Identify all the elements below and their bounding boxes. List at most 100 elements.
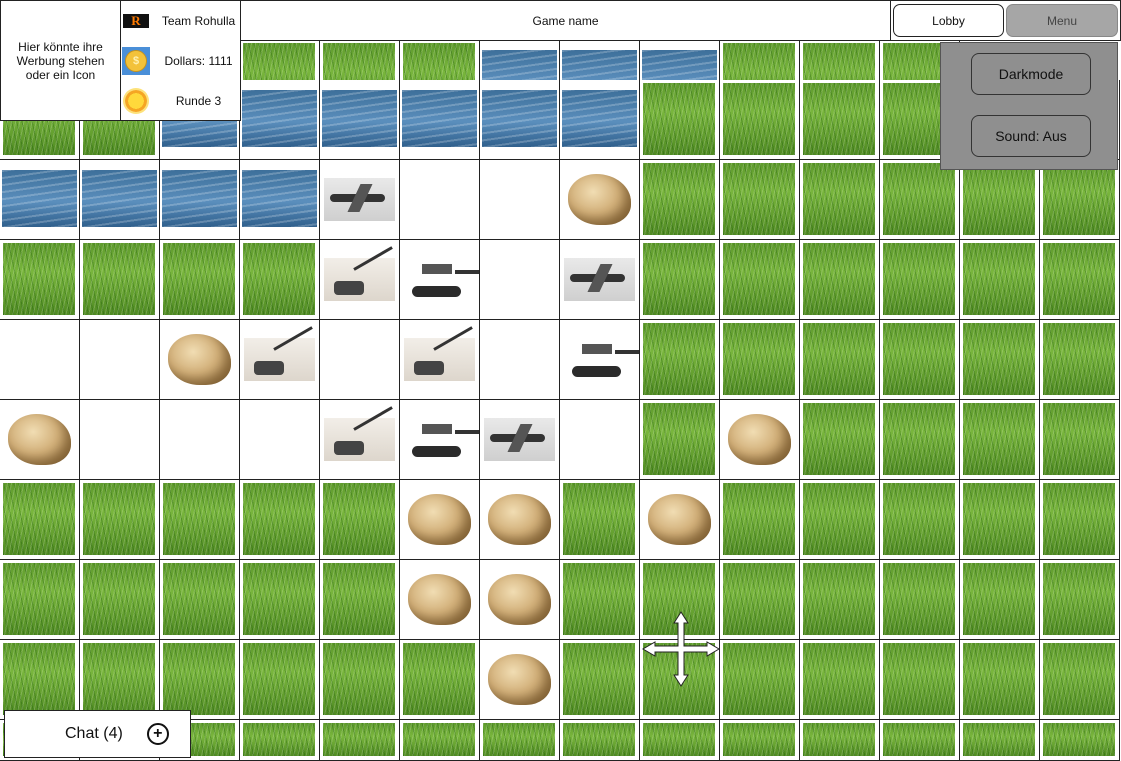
board-cell-water[interactable]	[80, 160, 160, 240]
move-arrows-icon[interactable]	[641, 611, 721, 687]
board-cell-grass[interactable]	[560, 560, 640, 640]
chat-box[interactable]: Chat (4) +	[4, 710, 191, 758]
board-cell-grass[interactable]	[160, 640, 240, 720]
board-cell-water[interactable]	[240, 160, 320, 240]
board-cell-grass[interactable]	[720, 720, 800, 761]
board-cell-grass[interactable]	[800, 320, 880, 400]
board-cell-grass[interactable]	[800, 720, 880, 761]
board-cell-empty[interactable]	[480, 160, 560, 240]
board-cell-grass[interactable]	[1040, 320, 1120, 400]
board-cell-water[interactable]	[560, 80, 640, 160]
menu-button[interactable]: Menu	[1006, 4, 1118, 37]
board-cell-grass[interactable]	[80, 560, 160, 640]
board-cell-grass[interactable]	[960, 240, 1040, 320]
board-cell-empty[interactable]	[240, 400, 320, 480]
board-cell-grass[interactable]	[640, 400, 720, 480]
board-cell-empty[interactable]	[480, 320, 560, 400]
board-cell-grass[interactable]	[880, 400, 960, 480]
board-cell-grass[interactable]	[960, 320, 1040, 400]
board-cell-empty[interactable]	[400, 160, 480, 240]
board-cell-grass[interactable]	[1040, 400, 1120, 480]
board-cell-grass[interactable]	[1040, 160, 1120, 240]
board-cell-empty[interactable]	[0, 320, 80, 400]
board-cell-empty[interactable]	[480, 240, 560, 320]
board-cell-grass[interactable]	[80, 480, 160, 560]
board-cell-plane[interactable]	[320, 160, 400, 240]
board-cell-water[interactable]	[400, 80, 480, 160]
board-cell-grass[interactable]	[720, 80, 800, 160]
board-cell-rock[interactable]	[400, 560, 480, 640]
board-cell-grass[interactable]	[400, 720, 480, 761]
board-cell-empty[interactable]	[320, 320, 400, 400]
board-cell-grass[interactable]	[960, 560, 1040, 640]
board-cell-rock[interactable]	[640, 480, 720, 560]
board-cell-tank[interactable]	[400, 240, 480, 320]
board-cell-grass[interactable]	[160, 560, 240, 640]
board-cell-empty[interactable]	[560, 400, 640, 480]
board-cell-grass[interactable]	[800, 640, 880, 720]
board-cell-water[interactable]	[0, 160, 80, 240]
board-cell-grass[interactable]	[880, 640, 960, 720]
board-cell-grass[interactable]	[960, 400, 1040, 480]
board-cell-grass[interactable]	[640, 720, 720, 761]
board-cell-grass[interactable]	[960, 480, 1040, 560]
board-cell-artillery[interactable]	[320, 240, 400, 320]
board-cell-grass[interactable]	[800, 560, 880, 640]
board-cell-tank[interactable]	[560, 320, 640, 400]
board-cell-grass[interactable]	[880, 720, 960, 761]
board-cell-grass[interactable]	[640, 320, 720, 400]
board-cell-water[interactable]	[320, 80, 400, 160]
board-cell-grass[interactable]	[880, 480, 960, 560]
board-cell-grass[interactable]	[560, 640, 640, 720]
board-cell-grass[interactable]	[720, 320, 800, 400]
board-cell-grass[interactable]	[1040, 480, 1120, 560]
board-cell-grass[interactable]	[0, 560, 80, 640]
board-cell-rock[interactable]	[720, 400, 800, 480]
board-cell-grass[interactable]	[560, 720, 640, 761]
board-cell-artillery[interactable]	[240, 320, 320, 400]
chat-add-icon[interactable]: +	[146, 723, 169, 745]
board-cell-grass[interactable]	[320, 480, 400, 560]
board-cell-grass[interactable]	[880, 320, 960, 400]
board-cell-grass[interactable]	[480, 720, 560, 761]
board-cell-grass[interactable]	[880, 560, 960, 640]
board-cell-grass[interactable]	[160, 240, 240, 320]
board-cell-grass[interactable]	[720, 640, 800, 720]
board-cell-rock[interactable]	[560, 160, 640, 240]
board-cell-water[interactable]	[240, 80, 320, 160]
board-cell-grass[interactable]	[880, 240, 960, 320]
board-cell-grass[interactable]	[800, 400, 880, 480]
board-cell-grass[interactable]	[800, 80, 880, 160]
sound-toggle-button[interactable]: Sound: Aus	[971, 115, 1091, 157]
board-cell-grass[interactable]	[240, 720, 320, 761]
board-cell-grass[interactable]	[1040, 640, 1120, 720]
board-cell-grass[interactable]	[0, 640, 80, 720]
board-cell-rock[interactable]	[0, 400, 80, 480]
board-cell-rock[interactable]	[160, 320, 240, 400]
board-cell-grass[interactable]	[320, 560, 400, 640]
board-cell-artillery[interactable]	[320, 400, 400, 480]
board-cell-grass[interactable]	[960, 160, 1040, 240]
board-cell-grass[interactable]	[320, 720, 400, 761]
board-cell-grass[interactable]	[240, 640, 320, 720]
board-cell-grass[interactable]	[240, 480, 320, 560]
board-cell-grass[interactable]	[80, 640, 160, 720]
board-cell-tank[interactable]	[400, 400, 480, 480]
board-cell-grass[interactable]	[640, 80, 720, 160]
board-cell-grass[interactable]	[320, 640, 400, 720]
board-cell-empty[interactable]	[160, 400, 240, 480]
darkmode-button[interactable]: Darkmode	[971, 53, 1091, 95]
board-cell-grass[interactable]	[640, 240, 720, 320]
board-cell-grass[interactable]	[880, 160, 960, 240]
board-cell-grass[interactable]	[0, 480, 80, 560]
board-cell-grass[interactable]	[240, 560, 320, 640]
board-cell-grass[interactable]	[800, 240, 880, 320]
board-cell-grass[interactable]	[720, 240, 800, 320]
board-cell-grass[interactable]	[960, 640, 1040, 720]
board-cell-grass[interactable]	[560, 480, 640, 560]
board-cell-grass[interactable]	[400, 640, 480, 720]
board-cell-rock[interactable]	[480, 560, 560, 640]
board-cell-grass[interactable]	[960, 720, 1040, 761]
board-cell-grass[interactable]	[720, 480, 800, 560]
board-cell-grass[interactable]	[1040, 720, 1120, 761]
